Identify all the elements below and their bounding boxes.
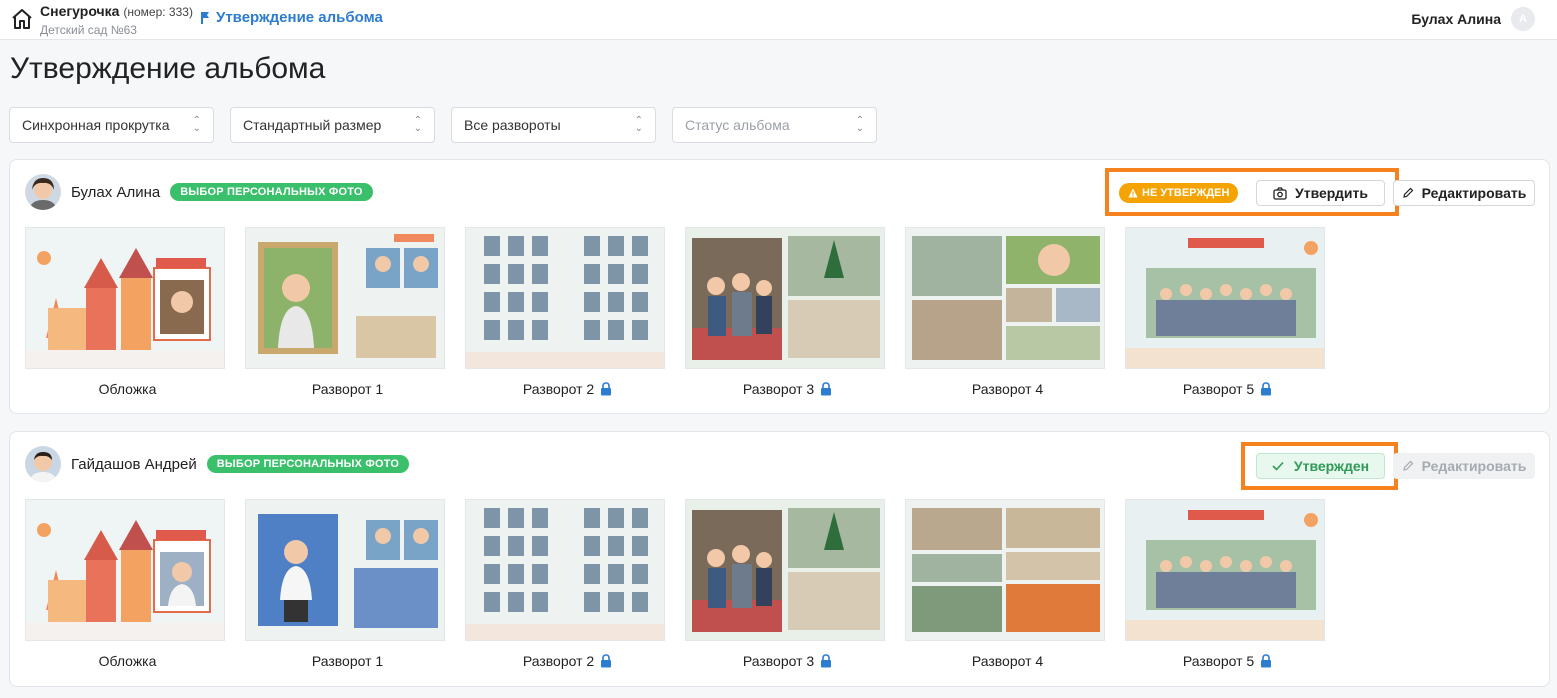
org-subtitle: Детский сад №63 — [40, 23, 137, 37]
page-thumbnail[interactable]: Обложка — [25, 227, 230, 397]
pencil-icon — [1402, 460, 1413, 471]
page-thumbnail[interactable]: Разворот 5 — [1125, 227, 1330, 397]
page-title: Утверждение альбома — [10, 52, 326, 85]
chevron-updown-icon: ⌃ ⌄ — [855, 115, 864, 134]
page-label: Разворот 5 — [1182, 653, 1255, 669]
page-label: Обложка — [98, 381, 157, 397]
page-thumbnail[interactable]: Разворот 5 — [1125, 499, 1330, 669]
lock-icon — [601, 654, 612, 668]
spread-image — [1125, 499, 1325, 641]
page-label: Разворот 3 — [742, 381, 815, 397]
breadcrumb-label[interactable]: Утверждение альбома — [216, 9, 383, 26]
avatar — [25, 446, 61, 482]
page-label: Разворот 2 — [522, 653, 595, 669]
status-select-placeholder: Статус альбома — [685, 117, 790, 133]
spread-image — [685, 499, 885, 641]
page-thumbnail[interactable]: Разворот 1 — [245, 499, 450, 669]
lock-icon — [821, 654, 832, 668]
spread-image — [465, 499, 665, 641]
scroll-select[interactable]: Синхронная прокрутка ⌃ ⌄ — [9, 107, 214, 143]
top-bar: Снегурочка (номер: 333) Детский сад №63 … — [0, 0, 1557, 40]
page-thumbnail[interactable]: Разворот 4 — [905, 499, 1110, 669]
person-name: Булах Алина — [71, 183, 161, 201]
page-label: Разворот 2 — [522, 381, 595, 397]
edit-label: Редактировать — [1421, 458, 1527, 474]
page-label: Разворот 1 — [311, 381, 384, 397]
approve-button[interactable]: Утвердить — [1256, 180, 1385, 206]
page-label: Разворот 4 — [971, 653, 1044, 669]
page-thumbnail[interactable]: Разворот 3 — [685, 227, 890, 397]
size-select-value: Стандартный размер — [243, 117, 382, 133]
approved-button: Утвержден — [1256, 453, 1385, 479]
edit-button-disabled: Редактировать — [1393, 453, 1535, 479]
lock-icon — [1261, 382, 1272, 396]
pencil-icon — [1402, 187, 1413, 198]
chevron-updown-icon: ⌃ ⌄ — [192, 115, 201, 134]
spread-image — [465, 227, 665, 369]
breadcrumb[interactable]: Утверждение альбома — [200, 9, 383, 26]
user-name[interactable]: Булах Алина — [1411, 11, 1501, 27]
chevron-updown-icon: ⌃ ⌄ — [634, 115, 643, 134]
spread-image — [685, 227, 885, 369]
page-thumbnail[interactable]: Обложка — [25, 499, 230, 669]
person-name: Гайдашов Андрей — [71, 455, 197, 473]
org-info: Снегурочка (номер: 333) Детский сад №63 — [40, 3, 193, 38]
spread-image — [905, 499, 1105, 641]
size-select[interactable]: Стандартный размер ⌃ ⌄ — [230, 107, 435, 143]
page-label: Разворот 4 — [971, 381, 1044, 397]
camera-icon — [1273, 186, 1287, 200]
page-thumbnail[interactable]: Разворот 2 — [465, 227, 670, 397]
spreads-select-value: Все развороты — [464, 117, 561, 133]
not-approved-badge: НЕ УТВЕРЖДЕН — [1119, 183, 1239, 203]
cover-image — [25, 227, 225, 369]
status-badge: ВЫБОР ПЕРСОНАЛЬНЫХ ФОТО — [206, 455, 410, 473]
page-label: Разворот 3 — [742, 653, 815, 669]
scroll-select-value: Синхронная прокрутка — [22, 117, 170, 133]
warning-icon — [1128, 188, 1138, 198]
page-thumbnail[interactable]: Разворот 2 — [465, 499, 670, 669]
spread-image — [245, 227, 445, 369]
spreads-select[interactable]: Все развороты ⌃ ⌄ — [451, 107, 656, 143]
flag-icon — [201, 11, 209, 24]
avatar — [25, 174, 61, 210]
spread-image — [905, 227, 1105, 369]
album-card: Гайдашов Андрей ВЫБОР ПЕРСОНАЛЬНЫХ ФОТО … — [9, 431, 1550, 687]
home-icon[interactable] — [10, 7, 34, 31]
page-thumbnail[interactable]: Разворот 4 — [905, 227, 1110, 397]
avatar[interactable]: А — [1511, 7, 1535, 31]
chevron-updown-icon: ⌃ ⌄ — [413, 115, 422, 134]
approved-label: Утвержден — [1293, 458, 1370, 474]
page-thumbnail[interactable]: Разворот 1 — [245, 227, 450, 397]
user-menu[interactable]: Булах Алина А — [1411, 7, 1535, 31]
edit-label: Редактировать — [1421, 185, 1527, 201]
not-approved-label: НЕ УТВЕРЖДЕН — [1142, 187, 1230, 199]
status-select[interactable]: Статус альбома ⌃ ⌄ — [672, 107, 877, 143]
lock-icon — [821, 382, 832, 396]
spread-image — [1125, 227, 1325, 369]
edit-button[interactable]: Редактировать — [1393, 180, 1535, 206]
org-number: (номер: 333) — [123, 5, 193, 19]
page-label: Разворот 1 — [311, 653, 384, 669]
cover-image — [25, 499, 225, 641]
page-label: Обложка — [98, 653, 157, 669]
lock-icon — [601, 382, 612, 396]
album-card: Булах Алина ВЫБОР ПЕРСОНАЛЬНЫХ ФОТО НЕ У… — [9, 159, 1550, 414]
check-icon — [1272, 461, 1284, 471]
approve-label: Утвердить — [1295, 185, 1368, 201]
org-name: Снегурочка — [40, 3, 120, 19]
page-thumbnail[interactable]: Разворот 3 — [685, 499, 890, 669]
lock-icon — [1261, 654, 1272, 668]
spread-image — [245, 499, 445, 641]
page-label: Разворот 5 — [1182, 381, 1255, 397]
status-badge: ВЫБОР ПЕРСОНАЛЬНЫХ ФОТО — [170, 183, 373, 201]
